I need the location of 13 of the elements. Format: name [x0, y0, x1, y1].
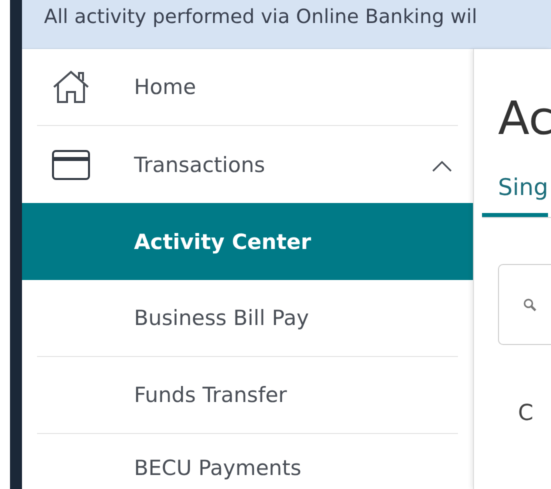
nav-item[interactable]: Funds Transfer: [37, 357, 458, 434]
card-icon: [52, 150, 90, 180]
section-label: C: [518, 401, 534, 426]
search-field[interactable]: [498, 264, 551, 345]
nav-item[interactable]: Home: [37, 49, 458, 126]
notice-banner: All activity performed via Online Banking wil: [22, 0, 551, 49]
nav-item[interactable]: Activity Center: [22, 203, 473, 280]
house-icon: [52, 70, 90, 104]
nav-item[interactable]: Business Bill Pay: [37, 280, 458, 357]
tab[interactable]: Sing: [482, 167, 548, 217]
chevron-up-icon: [432, 160, 452, 172]
nav-item[interactable]: Transactions: [37, 126, 458, 203]
nav-item[interactable]: BECU Payments: [37, 434, 458, 480]
